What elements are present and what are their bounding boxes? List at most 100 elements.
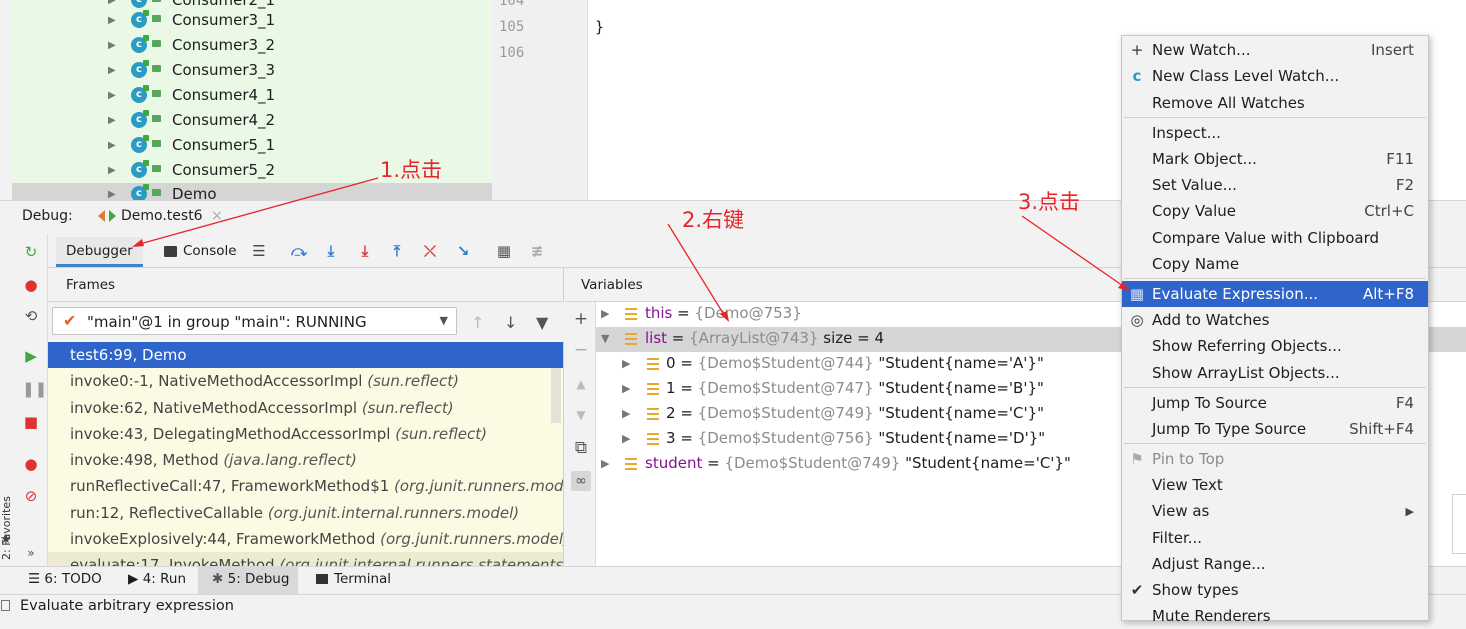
tree-item[interactable]: ▶ c Consumer3_2 bbox=[12, 34, 492, 59]
pause-icon[interactable]: ❚❚ bbox=[22, 380, 47, 398]
menu-item-add-to-watches[interactable]: ◎ Add to Watches bbox=[1122, 307, 1428, 333]
expand-arrow-icon[interactable]: ▶ bbox=[108, 0, 116, 6]
move-up-icon[interactable]: ▲ bbox=[571, 374, 591, 394]
tree-item[interactable]: ▶ c Consumer4_1 bbox=[12, 84, 492, 109]
view-breakpoints-icon[interactable]: ● bbox=[22, 455, 40, 473]
expand-arrow-icon[interactable]: ▶ bbox=[108, 165, 116, 176]
menu-item-show-referring-objects[interactable]: Show Referring Objects... bbox=[1122, 333, 1428, 359]
field-icon bbox=[625, 458, 637, 470]
arrow-down-icon[interactable]: ↓ bbox=[504, 313, 517, 332]
glasses-icon[interactable]: ∞ bbox=[571, 471, 591, 491]
frame-row[interactable]: invoke0:-1, NativeMethodAccessorImpl (su… bbox=[48, 368, 563, 394]
frame-package: (sun.reflect) bbox=[367, 372, 459, 390]
frame-row[interactable]: invoke:498, Method (java.lang.reflect) bbox=[48, 447, 563, 473]
thread-selector[interactable]: ✔ "main"@1 in group "main": RUNNING ▼ bbox=[52, 307, 457, 335]
menu-item-inspect[interactable]: Inspect... bbox=[1122, 120, 1428, 146]
debug-tab[interactable]: ✱ 5: Debug bbox=[212, 571, 289, 587]
line-number: 105 bbox=[499, 19, 525, 35]
tree-item[interactable]: ▶ c Demo bbox=[12, 183, 492, 200]
step-over-icon[interactable]: ⤓ bbox=[321, 241, 341, 261]
frame-row[interactable]: evaluate:17, InvokeMethod (org.junit.int… bbox=[48, 552, 563, 566]
menu-icon[interactable]: ☰ bbox=[249, 241, 269, 261]
more-icon[interactable]: » bbox=[22, 544, 40, 562]
menu-item-filter[interactable]: Filter... bbox=[1122, 525, 1428, 551]
move-down-icon[interactable]: ▼ bbox=[571, 405, 591, 425]
frames-scrollbar[interactable] bbox=[551, 368, 561, 423]
menu-item-jump-to-source[interactable]: Jump To Source F4 bbox=[1122, 390, 1428, 416]
menu-item-evaluate-expression[interactable]: ▦ Evaluate Expression... Alt+F8 bbox=[1122, 281, 1428, 307]
expand-arrow-icon[interactable]: ▶ bbox=[601, 457, 609, 470]
expand-arrow-icon[interactable]: ▶ bbox=[108, 140, 116, 151]
expand-arrow-icon[interactable]: ▶ bbox=[108, 90, 116, 101]
menu-item-copy-value[interactable]: Copy Value Ctrl+C bbox=[1122, 198, 1428, 224]
drop-frame-icon[interactable]: ⤬ bbox=[420, 241, 440, 261]
menu-item-adjust-range[interactable]: Adjust Range... bbox=[1122, 551, 1428, 577]
menu-item-show-arraylist-objects[interactable]: Show ArrayList Objects... bbox=[1122, 360, 1428, 386]
restore-layout-icon[interactable]: ⟲ bbox=[22, 307, 40, 325]
frame-row[interactable]: invoke:43, DelegatingMethodAccessorImpl … bbox=[48, 421, 563, 447]
step-into-icon[interactable]: ⤓ bbox=[355, 241, 375, 261]
copy-icon[interactable]: ⧉ bbox=[571, 438, 591, 458]
debug-session-tab[interactable]: Demo.test6 × bbox=[92, 204, 229, 232]
frame-row[interactable]: runReflectiveCall:47, FrameworkMethod$1 … bbox=[48, 473, 563, 499]
frame-row[interactable]: invokeExplosively:44, FrameworkMethod (o… bbox=[48, 526, 563, 552]
frame-row[interactable]: test6:99, Demo bbox=[48, 342, 563, 368]
menu-item-copy-name[interactable]: Copy Name bbox=[1122, 251, 1428, 277]
tree-item[interactable]: ▶ c Consumer3_3 bbox=[12, 59, 492, 84]
menu-item-remove-all-watches[interactable]: Remove All Watches bbox=[1122, 90, 1428, 116]
expand-arrow-icon[interactable]: ▶ bbox=[622, 407, 630, 420]
star-icon[interactable]: ★ bbox=[0, 532, 12, 547]
tab-console[interactable]: Console bbox=[158, 237, 243, 267]
menu-item-view-as[interactable]: View as ▶ bbox=[1122, 498, 1428, 524]
stop-icon[interactable]: ■ bbox=[22, 413, 40, 431]
rerun-failed-icon[interactable]: ● bbox=[22, 276, 40, 294]
expand-arrow-icon[interactable]: ▶ bbox=[622, 432, 630, 445]
menu-item-compare-value[interactable]: Compare Value with Clipboard bbox=[1122, 225, 1428, 251]
menu-item-jump-to-type-source[interactable]: Jump To Type Source Shift+F4 bbox=[1122, 416, 1428, 442]
evaluate-expression-icon[interactable]: ▦ bbox=[494, 241, 514, 261]
terminal-tab[interactable]: Terminal bbox=[316, 571, 391, 587]
menu-item-new-class-level-watch[interactable]: c New Class Level Watch... bbox=[1122, 63, 1428, 89]
trace-icon[interactable]: ≢ bbox=[527, 241, 547, 261]
status-toggle-icon[interactable] bbox=[1, 600, 10, 611]
chevron-down-icon[interactable]: ▼ bbox=[440, 314, 448, 327]
menu-item-new-watch[interactable]: + New Watch... Insert bbox=[1122, 37, 1428, 63]
expand-arrow-icon[interactable]: ▶ bbox=[601, 307, 609, 320]
menu-item-set-value[interactable]: Set Value... F2 bbox=[1122, 172, 1428, 198]
frame-package: (sun.reflect) bbox=[361, 399, 454, 417]
rerun-icon[interactable]: ↻ bbox=[22, 243, 40, 261]
frame-row[interactable]: invoke:62, NativeMethodAccessorImpl (sun… bbox=[48, 395, 563, 421]
step-out-icon[interactable]: ⤒ bbox=[387, 241, 407, 261]
tree-item[interactable]: ▶ c Consumer3_1 bbox=[12, 9, 492, 34]
mute-breakpoints-icon[interactable]: ⊘ bbox=[22, 487, 40, 505]
tree-item[interactable]: ▶ c Consumer4_2 bbox=[12, 109, 492, 134]
tree-item-label: Consumer2_1 bbox=[172, 0, 276, 9]
show-execution-point-icon[interactable]: ⤼ bbox=[289, 241, 309, 261]
expand-arrow-icon[interactable]: ▶ bbox=[108, 15, 116, 26]
todo-tab[interactable]: ☰ 6: TODO bbox=[28, 571, 102, 587]
expand-arrow-icon[interactable]: ▶ bbox=[108, 189, 116, 200]
menu-item-view-text[interactable]: View Text bbox=[1122, 472, 1428, 498]
debug-session-icon bbox=[98, 210, 105, 222]
menu-item-mute-renderers[interactable]: Mute Renderers bbox=[1122, 603, 1428, 629]
tab-debugger[interactable]: Debugger bbox=[56, 237, 143, 267]
collapse-arrow-icon[interactable]: ▼ bbox=[601, 332, 609, 345]
field-icon bbox=[647, 408, 659, 420]
expand-arrow-icon[interactable]: ▶ bbox=[622, 357, 630, 370]
lock-icon bbox=[152, 65, 161, 72]
arrow-up-icon[interactable]: ↑ bbox=[471, 313, 484, 332]
frame-row[interactable]: run:12, ReflectiveCallable (org.junit.in… bbox=[48, 500, 563, 526]
close-icon[interactable]: × bbox=[211, 208, 223, 224]
remove-icon[interactable]: − bbox=[571, 340, 591, 360]
expand-arrow-icon[interactable]: ▶ bbox=[108, 40, 116, 51]
menu-item-mark-object[interactable]: Mark Object... F11 bbox=[1122, 146, 1428, 172]
expand-arrow-icon[interactable]: ▶ bbox=[622, 382, 630, 395]
add-icon[interactable]: + bbox=[571, 309, 591, 329]
run-to-cursor-icon[interactable]: ↘ bbox=[453, 241, 473, 261]
expand-arrow-icon[interactable]: ▶ bbox=[108, 65, 116, 76]
resume-icon[interactable]: ▶ bbox=[22, 347, 40, 365]
menu-item-show-types[interactable]: ✔ Show types bbox=[1122, 577, 1428, 603]
filter-icon[interactable]: ▼ bbox=[536, 313, 548, 332]
expand-arrow-icon[interactable]: ▶ bbox=[108, 115, 116, 126]
run-tab[interactable]: ▶ 4: Run bbox=[128, 571, 186, 587]
